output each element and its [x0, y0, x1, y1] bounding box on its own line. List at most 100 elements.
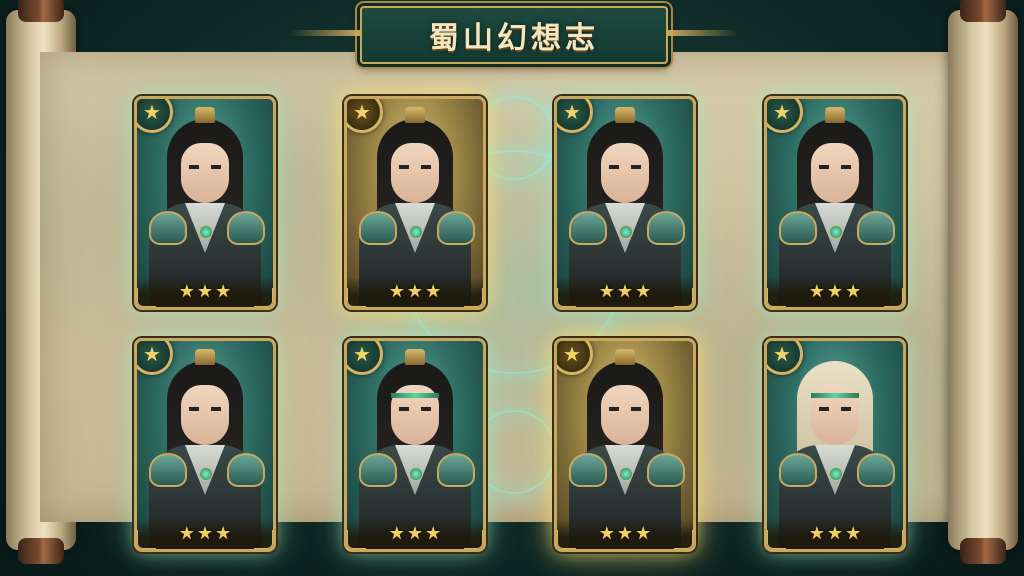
- star-icon: ★: [178, 523, 195, 544]
- hero-card-7[interactable]: ★ ★ ★ ★: [554, 338, 696, 552]
- frame-corner-icon: [254, 530, 273, 549]
- pauldron-icon: [149, 211, 187, 245]
- hair-crown-icon: [405, 349, 425, 365]
- pauldron-icon: [647, 453, 685, 487]
- star-icon: ★: [215, 281, 232, 302]
- star-icon: ★: [808, 281, 825, 302]
- pauldron-icon: [359, 453, 397, 487]
- jade-gem-icon: [829, 225, 843, 239]
- hero-card-6[interactable]: ★ ★ ★ ★: [344, 338, 486, 552]
- star-icon: ★: [616, 523, 634, 544]
- hero-eyes: [609, 407, 641, 411]
- star-icon: ★: [826, 523, 844, 544]
- hero-card-1[interactable]: ★ ★ ★ ★: [134, 96, 276, 310]
- pauldron-icon: [857, 211, 895, 245]
- hero-eyes: [819, 165, 851, 169]
- star-rating: ★ ★ ★: [347, 519, 483, 549]
- scroll-roller-right: [948, 0, 1018, 564]
- star-rating: ★ ★ ★: [137, 519, 273, 549]
- star-icon: ★: [598, 523, 615, 544]
- jade-gem-icon: [199, 225, 213, 239]
- hero-portrait: [601, 385, 649, 445]
- headband-icon: [811, 393, 859, 398]
- game-scene: 蜀山幻想志 ★ ★ ★ ★ ★ ★ ★ ★ ★ ★ ★ ★ ★ ★ ★ ★ ★ …: [0, 0, 1024, 576]
- frame-corner-icon: [464, 288, 483, 307]
- hero-portrait: [601, 143, 649, 203]
- jade-gem-icon: [409, 225, 423, 239]
- hero-portrait: [181, 143, 229, 203]
- star-icon: ★: [215, 523, 232, 544]
- star-icon: ★: [845, 523, 862, 544]
- hero-card-2[interactable]: ★ ★ ★ ★: [344, 96, 486, 310]
- star-icon: ★: [808, 523, 825, 544]
- frame-corner-icon: [254, 288, 273, 307]
- hero-card-4[interactable]: ★ ★ ★ ★: [764, 96, 906, 310]
- star-rating: ★ ★ ★: [137, 277, 273, 307]
- hero-eyes: [399, 407, 431, 411]
- pauldron-icon: [227, 453, 265, 487]
- star-icon: ★: [616, 281, 634, 302]
- star-rating: ★ ★ ★: [767, 277, 903, 307]
- hero-card-5[interactable]: ★ ★ ★ ★: [134, 338, 276, 552]
- roller-cap-icon: [18, 538, 64, 564]
- hero-eyes: [609, 165, 641, 169]
- jade-gem-icon: [829, 467, 843, 481]
- jade-gem-icon: [619, 225, 633, 239]
- star-rating: ★ ★ ★: [347, 277, 483, 307]
- frame-corner-icon: [347, 288, 366, 307]
- frame-corner-icon: [464, 530, 483, 549]
- frame-corner-icon: [674, 530, 693, 549]
- pauldron-icon: [569, 453, 607, 487]
- hero-card-3[interactable]: ★ ★ ★ ★: [554, 96, 696, 310]
- frame-corner-icon: [557, 530, 576, 549]
- star-icon: ★: [425, 523, 442, 544]
- pauldron-icon: [569, 211, 607, 245]
- pauldron-icon: [359, 211, 397, 245]
- frame-corner-icon: [674, 288, 693, 307]
- pauldron-icon: [149, 453, 187, 487]
- frame-corner-icon: [884, 530, 903, 549]
- star-icon: ★: [826, 281, 844, 302]
- hair-crown-icon: [195, 107, 215, 123]
- star-icon: ★: [635, 281, 652, 302]
- star-icon: ★: [406, 523, 424, 544]
- star-icon: ★: [388, 281, 405, 302]
- star-icon: ★: [388, 523, 405, 544]
- star-icon: ★: [178, 281, 195, 302]
- star-icon: ★: [196, 523, 214, 544]
- hair-crown-icon: [195, 349, 215, 365]
- hair-crown-icon: [405, 107, 425, 123]
- headband-icon: [391, 393, 439, 398]
- frame-corner-icon: [767, 530, 786, 549]
- hero-portrait: [391, 143, 439, 203]
- jade-gem-icon: [409, 467, 423, 481]
- star-rating: ★ ★ ★: [767, 519, 903, 549]
- frame-corner-icon: [884, 288, 903, 307]
- pauldron-icon: [227, 211, 265, 245]
- hero-eyes: [819, 407, 851, 411]
- pauldron-icon: [437, 453, 475, 487]
- frame-corner-icon: [137, 288, 156, 307]
- star-icon: ★: [598, 281, 615, 302]
- roller-cap-icon: [18, 0, 64, 22]
- hair-crown-icon: [825, 107, 845, 123]
- star-icon: ★: [425, 281, 442, 302]
- jade-gem-icon: [199, 467, 213, 481]
- star-icon: ★: [635, 523, 652, 544]
- hero-eyes: [189, 407, 221, 411]
- title-banner: 蜀山幻想志: [290, 6, 668, 64]
- frame-corner-icon: [137, 530, 156, 549]
- hero-card-8[interactable]: ★ ★ ★ ★: [764, 338, 906, 552]
- hero-eyes: [399, 165, 431, 169]
- pauldron-icon: [437, 211, 475, 245]
- roller-cap-icon: [960, 538, 1006, 564]
- pauldron-icon: [779, 453, 817, 487]
- star-icon: ★: [845, 281, 862, 302]
- star-rating: ★ ★ ★: [557, 277, 693, 307]
- hero-portrait: [811, 143, 859, 203]
- hero-eyes: [189, 165, 221, 169]
- hair-crown-icon: [615, 107, 635, 123]
- star-icon: ★: [406, 281, 424, 302]
- star-icon: ★: [196, 281, 214, 302]
- pauldron-icon: [857, 453, 895, 487]
